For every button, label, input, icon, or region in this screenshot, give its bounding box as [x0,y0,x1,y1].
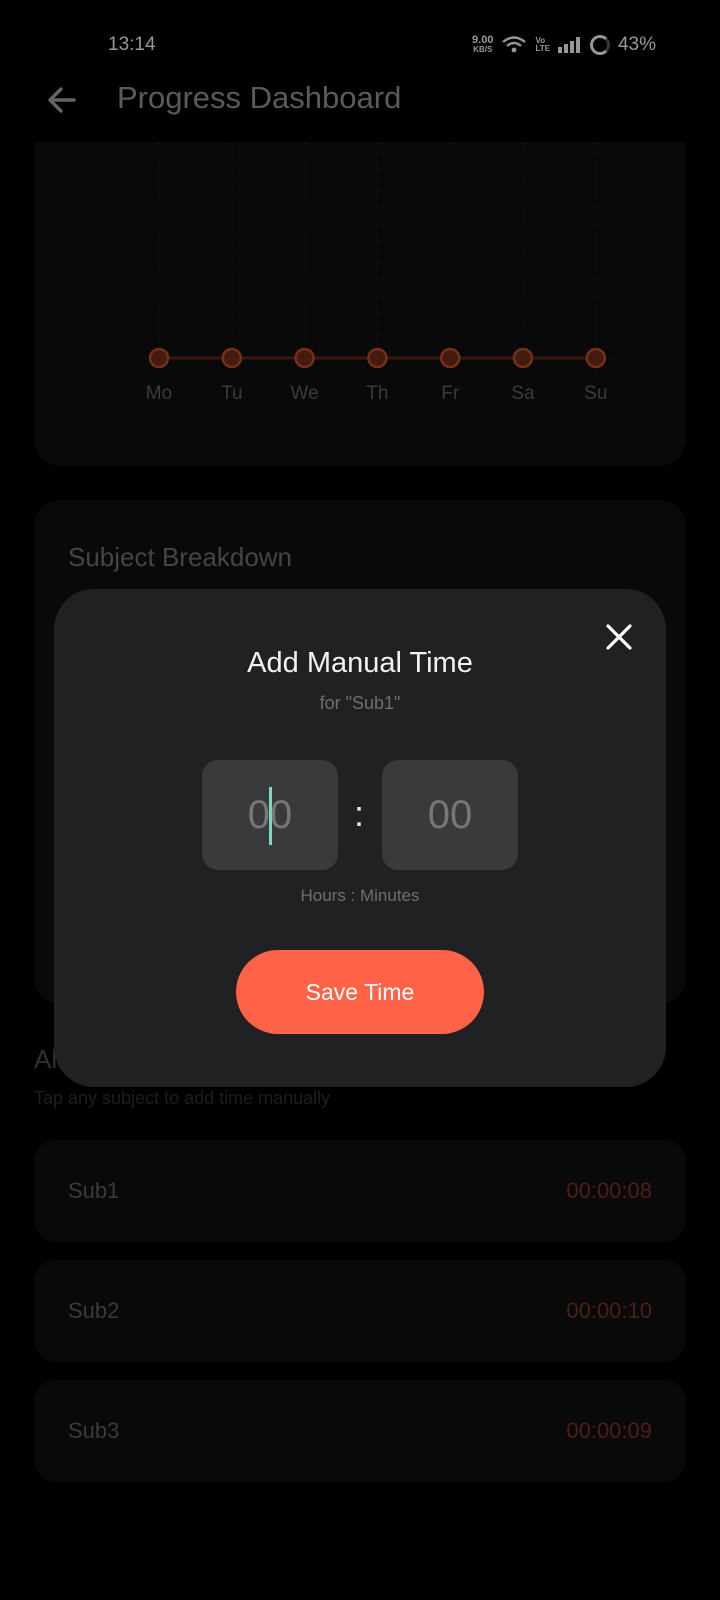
save-time-button[interactable]: Save Time [236,950,484,1034]
text-cursor [269,787,272,845]
dialog-title: Add Manual Time [247,647,473,679]
time-separator: : [354,793,365,834]
time-format-caption: Hours : Minutes [300,886,420,905]
dialog-subtitle: for "Sub1" [319,693,401,713]
add-manual-time-dialog: Add Manual Time for "Sub1" 00 : 00 Hours… [54,589,666,1087]
minutes-placeholder: 00 [427,792,473,837]
minutes-input[interactable]: 00 [382,760,518,870]
hours-input[interactable]: 00 [202,760,338,870]
